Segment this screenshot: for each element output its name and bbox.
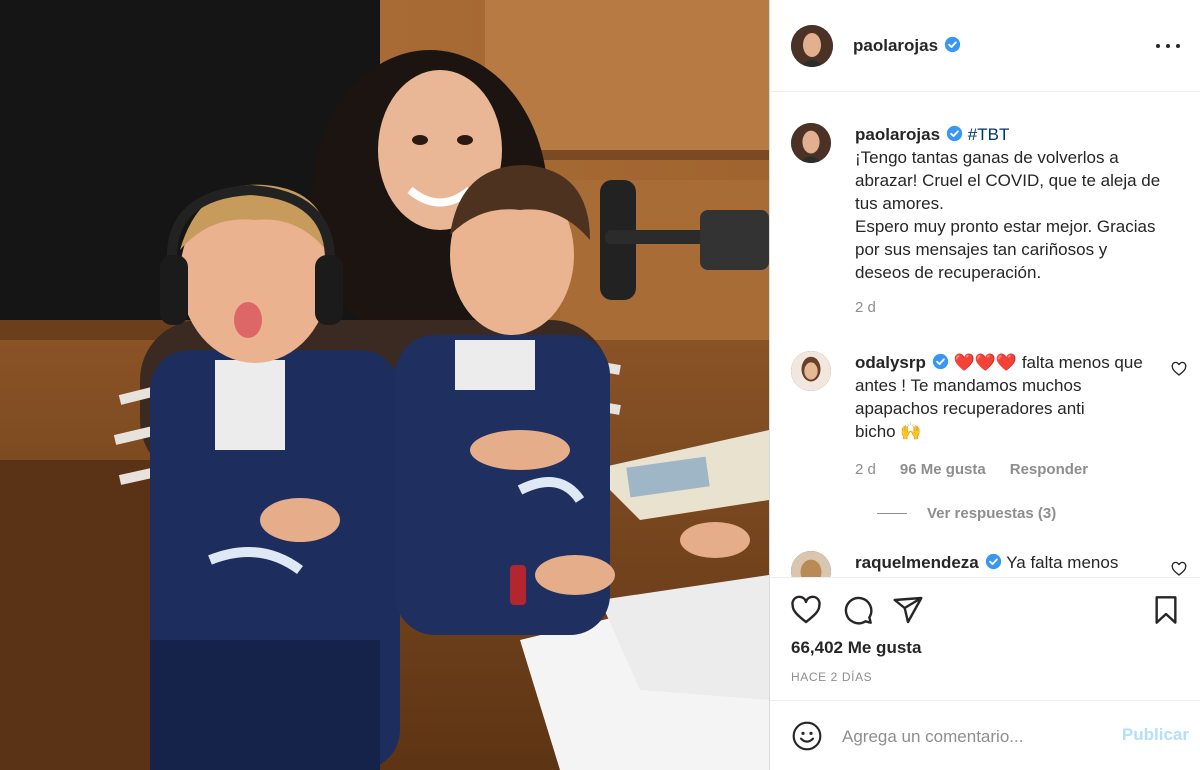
caption-line: ¡Tengo tantas ganas de volverlos a bbox=[855, 148, 1119, 167]
comment-input[interactable] bbox=[842, 723, 1092, 751]
comment-line: apapachos recuperadores anti bbox=[855, 399, 1085, 418]
publish-button[interactable]: Publicar bbox=[1122, 725, 1189, 745]
post-date[interactable]: HACE 2 DÍAS bbox=[791, 670, 872, 684]
comment-like-heart-icon[interactable] bbox=[1171, 361, 1187, 377]
comment-username[interactable]: odalysrp bbox=[855, 353, 926, 372]
comment-text: raquelmendeza Ya falta menos bbox=[855, 551, 1175, 574]
comment-line: ❤️❤️❤️ falta menos que bbox=[953, 353, 1143, 372]
caption-line: Espero muy pronto estar mejor. Gracias bbox=[855, 217, 1156, 236]
caption-author-avatar[interactable] bbox=[791, 123, 831, 163]
view-replies-button[interactable]: Ver respuestas (3) bbox=[877, 505, 1056, 522]
post-header: paolarojas bbox=[770, 0, 1200, 92]
caption-line: tus amores. bbox=[855, 194, 944, 213]
share-icon[interactable] bbox=[892, 594, 924, 626]
post-photo[interactable] bbox=[0, 0, 769, 770]
emoji-icon[interactable] bbox=[791, 720, 823, 752]
caption-meta: 2 d bbox=[855, 299, 876, 316]
commenter-avatar[interactable] bbox=[791, 351, 831, 391]
reply-button[interactable]: Responder bbox=[1010, 461, 1088, 478]
bookmark-icon[interactable] bbox=[1150, 594, 1182, 626]
comment-likes[interactable]: 96 Me gusta bbox=[900, 461, 986, 478]
comments-list[interactable]: paolarojas #TBT ¡Tengo tantas ganas de v… bbox=[770, 93, 1200, 577]
verified-badge-icon bbox=[944, 36, 961, 53]
caption-line: abrazar! Cruel el COVID, que te aleja de bbox=[855, 171, 1161, 190]
comment-icon[interactable] bbox=[842, 594, 874, 626]
verified-badge-icon bbox=[985, 553, 1002, 570]
heart-icon[interactable] bbox=[790, 594, 822, 626]
comment-line: bicho 🙌 bbox=[855, 422, 922, 441]
photo-illustration bbox=[0, 0, 769, 770]
add-comment-bar: Publicar bbox=[770, 700, 1200, 770]
author-avatar[interactable] bbox=[791, 24, 833, 67]
comment-line: antes ! Te mandamos muchos bbox=[855, 376, 1082, 395]
caption-time[interactable]: 2 d bbox=[855, 299, 876, 316]
author-username[interactable]: paolarojas bbox=[853, 36, 961, 56]
caption-line: por sus mensajes tan cariñosos y bbox=[855, 240, 1108, 259]
verified-badge-icon bbox=[932, 353, 949, 370]
post-side-panel: paolarojas paolarojas #TBT ¡Tengo tantas… bbox=[769, 0, 1200, 770]
view-replies-label[interactable]: Ver respuestas (3) bbox=[927, 505, 1056, 522]
comment-time[interactable]: 2 d bbox=[855, 461, 876, 478]
caption-line: deseos de recuperación. bbox=[855, 263, 1042, 282]
comment-line: Ya falta menos bbox=[1006, 553, 1119, 572]
author-username-text[interactable]: paolarojas bbox=[853, 36, 938, 55]
caption-username[interactable]: paolarojas bbox=[855, 125, 940, 144]
likes-count[interactable]: 66,402 Me gusta bbox=[791, 638, 921, 658]
comment-like-heart-icon[interactable] bbox=[1171, 561, 1187, 577]
caption-text: paolarojas #TBT ¡Tengo tantas ganas de v… bbox=[855, 123, 1175, 284]
verified-badge-icon bbox=[946, 125, 963, 142]
more-options-icon[interactable] bbox=[1156, 34, 1180, 58]
caption-hashtag[interactable]: #TBT bbox=[968, 125, 1010, 144]
replies-divider bbox=[877, 513, 907, 514]
commenter-avatar[interactable] bbox=[791, 551, 831, 577]
comment-username[interactable]: raquelmendeza bbox=[855, 553, 979, 572]
comment-meta: 2 d 96 Me gusta Responder bbox=[855, 461, 1088, 478]
post-actions: 66,402 Me gusta HACE 2 DÍAS bbox=[770, 577, 1200, 697]
instagram-post: paolarojas paolarojas #TBT ¡Tengo tantas… bbox=[0, 0, 1200, 770]
comment-text: odalysrp ❤️❤️❤️ falta menos que antes ! … bbox=[855, 351, 1175, 443]
